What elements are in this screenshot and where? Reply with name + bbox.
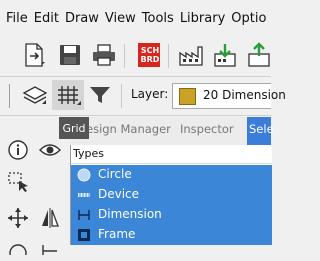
info-icon (8, 140, 28, 160)
list-item-label: Device (98, 187, 140, 201)
list-item-device[interactable]: Device (71, 185, 272, 205)
export-upload-icon (248, 42, 270, 67)
menu-tools[interactable]: Tools (142, 11, 174, 26)
move-tool-button[interactable] (5, 205, 31, 231)
factory-icon (179, 46, 203, 66)
grid-icon (58, 86, 81, 105)
grid-button[interactable] (52, 80, 84, 110)
layer-color-swatch (179, 88, 196, 105)
eye-icon (39, 144, 61, 156)
save-button[interactable] (55, 40, 85, 70)
info-tool-button[interactable] (5, 137, 31, 163)
menu-view[interactable]: View (105, 11, 136, 26)
layer-settings-button[interactable] (20, 80, 50, 110)
import-button[interactable] (210, 40, 240, 70)
list-item-label: Circle (98, 167, 132, 181)
align-tool-button[interactable] (37, 235, 63, 261)
marquee-select-icon (8, 172, 28, 192)
print-button[interactable] (89, 40, 119, 70)
menu-file[interactable]: File (6, 11, 28, 26)
menu-edit[interactable]: Edit (34, 11, 59, 26)
filter-button[interactable] (85, 80, 115, 110)
sch-brd-switch-button[interactable]: SCH BRD (134, 40, 164, 70)
tab-design-manager[interactable]: esign Manager (86, 122, 171, 136)
panel-tab-strip: esign Manager Inspector Sele (70, 117, 274, 146)
list-item-frame[interactable]: Frame (71, 225, 272, 245)
brd-label: BRD (140, 55, 160, 64)
show-tool-button[interactable] (37, 137, 63, 163)
align-icon (42, 245, 57, 255)
mirror-icon (42, 208, 59, 228)
layer-label: Layer: (131, 87, 169, 101)
cam-processor-button[interactable] (176, 40, 206, 70)
menu-options[interactable]: Optio (231, 11, 266, 26)
filter-funnel-icon (90, 87, 110, 103)
circle-icon (77, 168, 91, 182)
export-button[interactable] (244, 40, 274, 70)
rotate-icon (9, 244, 27, 255)
selection-panel: Types Circle Device Dimension Frame (70, 145, 272, 245)
sch-label: SCH (140, 46, 160, 55)
frame-icon (78, 229, 90, 241)
toolbar-separator (124, 44, 125, 68)
layer-toolbar: Layer: 20 Dimension (0, 77, 286, 116)
list-item-label: Dimension (98, 207, 162, 221)
list-item-circle[interactable]: Circle (71, 165, 272, 185)
open-document-icon (25, 43, 45, 67)
tab-inspector[interactable]: Inspector (180, 122, 234, 136)
toolbar-separator (121, 84, 122, 108)
tab-selection[interactable]: Sele (247, 117, 274, 145)
grid-tooltip: Grid (59, 117, 89, 139)
list-item-label: Frame (98, 227, 136, 241)
menu-library[interactable]: Library (180, 11, 225, 26)
layers-stack-icon (22, 86, 48, 104)
dimension-icon (78, 210, 90, 220)
layer-select-value: 20 Dimension (203, 88, 286, 102)
type-list: Circle Device Dimension Frame (71, 165, 272, 245)
types-column-header[interactable]: Types (71, 145, 272, 164)
grip-separator (9, 84, 10, 108)
printer-icon (93, 44, 115, 66)
menu-draw[interactable]: Draw (65, 11, 99, 26)
select-tool-button[interactable] (5, 169, 31, 195)
mirror-tool-button[interactable] (37, 205, 63, 231)
list-item-dimension[interactable]: Dimension (71, 205, 272, 225)
import-download-icon (214, 44, 236, 67)
save-disk-icon (60, 45, 80, 65)
move-arrows-icon (8, 208, 28, 228)
device-icon (78, 193, 90, 197)
toolbar-separator (168, 44, 169, 68)
rotate-tool-button[interactable] (5, 235, 31, 261)
layer-select[interactable]: 20 Dimension (172, 83, 286, 109)
open-button[interactable] (20, 40, 50, 70)
menu-bar: File Edit Draw View Tools Library Optio (0, 0, 271, 36)
tab-selection-label: Sele (249, 122, 274, 136)
main-toolbar: SCH BRD (0, 36, 271, 77)
